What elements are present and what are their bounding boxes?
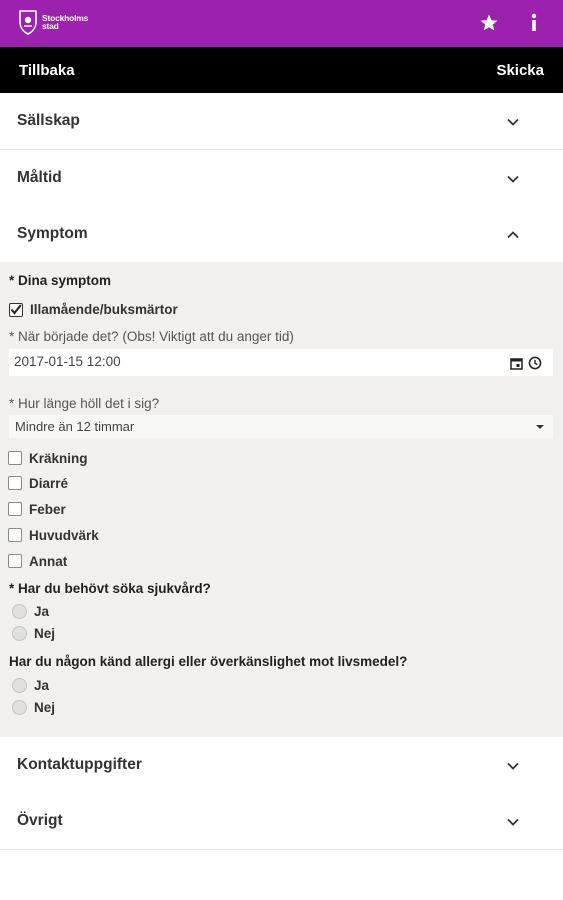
when-datetime-field[interactable]: 2017-01-15 12:00 [9,349,553,376]
calendar-icon[interactable] [510,357,523,370]
other-symptom-label: Annat [29,554,68,569]
care-yes-label: Ja [34,604,50,619]
chevron-up-icon [507,231,519,239]
fever-label: Feber [29,502,66,517]
chevron-down-icon [507,762,519,770]
city-crest-icon [19,10,37,35]
section-title-company: Sällskap [17,112,80,129]
symptoms-panel: * Dina symptom Illamående/buksmärtor * N… [0,262,563,737]
vomiting-label: Kräkning [29,451,88,466]
section-symptoms[interactable]: Symptom [0,206,563,263]
vomiting-checkbox[interactable] [8,451,22,465]
star-icon[interactable] [477,11,501,35]
care-question: * Har du behövt söka sjukvård? [9,581,211,596]
care-no-radio[interactable] [12,626,27,641]
fever-checkbox[interactable] [8,502,22,516]
care-no-label: Nej [34,626,56,641]
your-symptoms-label: * Dina symptom [9,273,112,288]
nausea-checkbox[interactable] [9,303,23,317]
headache-label: Huvudvärk [29,528,99,543]
section-title-contact: Kontaktuppgifter [17,756,142,773]
allergy-no-radio[interactable] [12,700,27,715]
logo-line-2: stad [42,21,59,31]
dropdown-caret-icon [536,425,544,429]
when-label: * När började det? (Obs! Viktigt att du … [9,329,294,344]
clock-icon[interactable] [528,356,542,370]
duration-select[interactable]: Mindre än 12 timmar [9,415,553,438]
allergy-no-label: Nej [34,700,56,715]
navigation-bar: Tillbaka Skicka [0,47,563,93]
section-company[interactable]: Sällskap [0,93,563,150]
section-title-other: Övrigt [17,812,63,829]
stockholm-logo: Stockholms stad [18,9,88,35]
allergy-yes-label: Ja [34,678,50,693]
duration-selected-value: Mindre än 12 timmar [15,419,135,434]
send-button[interactable]: Skicka [496,62,544,79]
nausea-label: Illamående/buksmärtor [30,302,178,317]
chevron-down-icon [507,118,519,126]
when-datetime-value: 2017-01-15 12:00 [14,354,121,369]
diarrhea-checkbox[interactable] [8,476,22,490]
section-title-meal: Måltid [17,169,62,186]
chevron-down-icon [507,818,519,826]
headache-checkbox[interactable] [8,528,22,542]
app-header: Stockholms stad [0,0,563,47]
section-other[interactable]: Övrigt [0,793,563,850]
duration-label: * Hur länge höll det i sig? [9,396,160,411]
chevron-down-icon [507,175,519,183]
back-button[interactable]: Tillbaka [19,62,75,79]
section-title-symptoms: Symptom [17,225,88,242]
checkmark-icon [10,304,22,315]
care-yes-radio[interactable] [12,604,27,619]
section-contact[interactable]: Kontaktuppgifter [0,737,563,794]
diarrhea-label: Diarré [29,476,69,491]
other-symptom-checkbox[interactable] [8,554,22,568]
section-meal[interactable]: Måltid [0,150,563,207]
info-icon[interactable] [527,11,541,35]
allergy-yes-radio[interactable] [12,678,27,693]
allergy-question: Har du någon känd allergi eller överkäns… [9,654,408,669]
